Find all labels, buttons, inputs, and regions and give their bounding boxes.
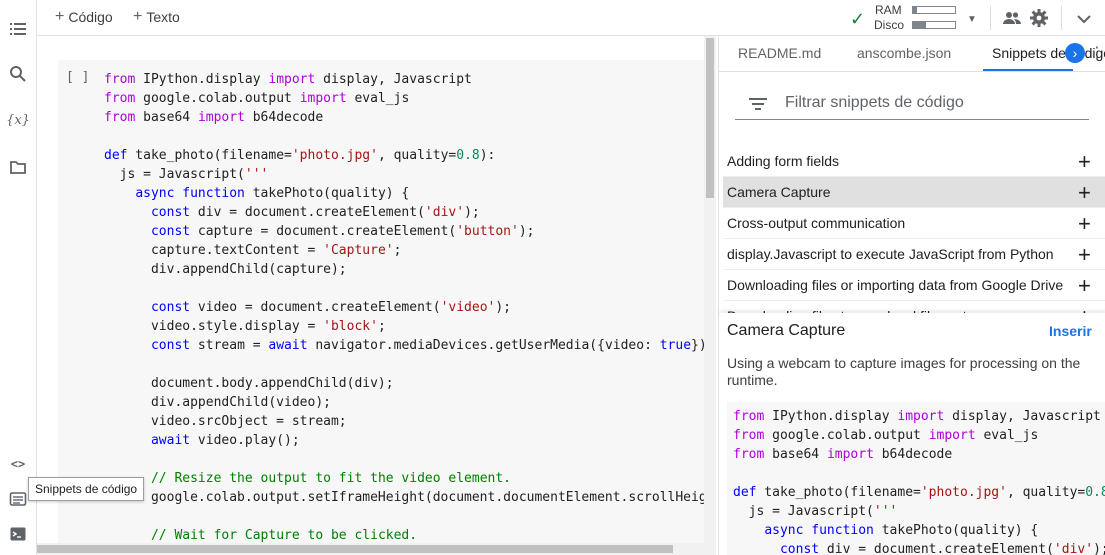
search-icon[interactable] (8, 64, 28, 84)
run-cell-button[interactable]: [ ] (66, 70, 89, 85)
add-code-button[interactable]: + Código (55, 8, 113, 26)
divider (1061, 6, 1062, 30)
code-editor[interactable]: from IPython.display import display, Jav… (104, 70, 704, 545)
add-text-button[interactable]: + Texto (133, 8, 180, 26)
ram-label: RAM (875, 3, 902, 17)
left-sidebar: {x} <> (0, 0, 37, 555)
tooltip: Snippets de código (28, 477, 145, 501)
share-people-icon[interactable] (1002, 8, 1022, 28)
tab-readme[interactable]: README.md (738, 45, 821, 61)
add-text-label: Texto (146, 9, 180, 25)
plus-icon: + (133, 8, 143, 25)
table-of-contents-icon[interactable] (8, 19, 28, 39)
variables-icon[interactable]: {x} (6, 110, 30, 130)
command-palette-icon[interactable] (8, 489, 28, 509)
disk-label: Disco (874, 18, 905, 32)
code-cell[interactable]: [ ] from IPython.display import display,… (58, 60, 704, 555)
snippet-label: Cross-output communication (727, 215, 906, 231)
add-icon[interactable]: + (1078, 149, 1091, 175)
snippet-item[interactable]: Adding form fields + (723, 146, 1105, 177)
snippet-label: Camera Capture (727, 184, 831, 200)
snippet-item[interactable]: Cross-output communication + (723, 208, 1105, 239)
panel-tabs: README.md anscombe.json Snippets de códi… (719, 36, 1105, 72)
tab-anscombe[interactable]: anscombe.json (857, 45, 951, 61)
active-tab-indicator (983, 69, 1073, 71)
snippets-panel: README.md anscombe.json Snippets de códi… (718, 36, 1105, 555)
filter-icon (749, 98, 767, 110)
snippet-label: Downloading files or importing data from… (727, 277, 1064, 293)
snippet-code: from IPython.display import display, Jav… (733, 409, 1105, 555)
check-icon: ✓ (850, 9, 866, 29)
snippet-code-preview: from IPython.display import display, Jav… (727, 402, 1105, 555)
scrollbar-thumb[interactable] (706, 38, 714, 198)
snippet-filter (735, 88, 1089, 120)
add-icon[interactable]: + (1078, 211, 1091, 237)
plus-icon: + (55, 8, 65, 25)
add-code-label: Código (68, 9, 113, 25)
horizontal-scrollbar[interactable] (37, 543, 704, 555)
vertical-scrollbar[interactable] (704, 36, 716, 555)
snippet-label: display.Javascript to execute JavaScript… (727, 246, 1054, 262)
snippet-label: Adding form fields (727, 153, 840, 169)
code-snippets-icon[interactable]: <> (8, 454, 28, 474)
gear-icon[interactable] (1029, 8, 1049, 28)
chevron-down-icon[interactable] (1074, 9, 1094, 29)
snippet-item[interactable]: display.Javascript to execute JavaScript… (723, 239, 1105, 270)
toolbar: + Código + Texto ✓ RAM Disco ▼ (37, 0, 1105, 36)
ram-usage-bar (912, 6, 956, 14)
scrollbar-thumb[interactable] (37, 545, 673, 553)
chevron-right-icon[interactable]: › (1065, 43, 1085, 63)
add-icon[interactable]: + (1078, 242, 1091, 268)
snippet-title: Camera Capture (727, 322, 846, 339)
snippet-item-selected[interactable]: Camera Capture + (723, 177, 1105, 208)
add-icon[interactable]: + (1078, 180, 1091, 206)
add-icon[interactable]: + (1078, 273, 1091, 299)
divider (990, 6, 991, 30)
files-icon[interactable] (8, 157, 28, 177)
terminal-icon[interactable] (8, 524, 28, 544)
insert-button[interactable]: Inserir (1049, 323, 1092, 339)
chevron-down-icon[interactable]: ▼ (967, 14, 977, 25)
filter-input[interactable] (785, 94, 1075, 112)
snippet-description: Using a webcam to capture images for pro… (727, 355, 1081, 388)
more-vert-icon[interactable]: ⋮ (1089, 43, 1105, 63)
snippet-item[interactable]: Downloading files or importing data from… (723, 270, 1105, 301)
disk-usage-bar (912, 21, 956, 29)
